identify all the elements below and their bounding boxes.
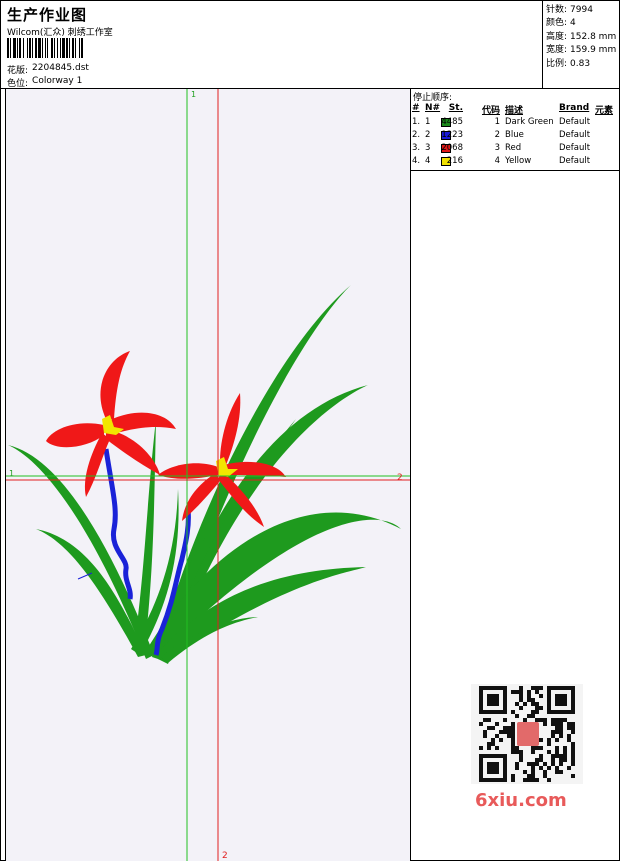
stop-sequence-panel: 停止顺序: # N# St. 代码 描述 Brand 元素 1. 1 4485 1 Da…	[411, 89, 620, 171]
stat-stitches: 针数: 7994	[546, 5, 593, 15]
stat-colors: 颜色: 4	[546, 18, 576, 29]
row-brand: Default	[559, 117, 591, 127]
row-n: 1	[425, 117, 431, 127]
stat-height: 高度: 152.8 mm	[546, 31, 617, 42]
row-stitches: 4485	[441, 117, 463, 127]
row-brand: Default	[559, 143, 591, 153]
row-n: 4	[425, 156, 431, 166]
col-num: #	[412, 103, 420, 113]
petal-left-left	[46, 423, 104, 448]
row-description: Yellow	[505, 156, 532, 166]
col-element: 元素	[595, 106, 614, 116]
row-num: 3.	[412, 143, 421, 153]
axis-label-h-left: 1	[9, 469, 14, 478]
row-code: 4	[494, 156, 500, 166]
petal-left-top	[100, 351, 130, 419]
axis-label-h-right: 2	[397, 473, 403, 483]
qr-code[interactable]	[471, 684, 583, 784]
table-row[interactable]: 2. 2 1223 2 Blue Default	[411, 130, 620, 143]
row-n: 3	[425, 143, 431, 153]
table-row[interactable]: 3. 3 2068 3 Red Default	[411, 143, 620, 156]
petal-left-bottom	[106, 429, 160, 475]
design-stats: 针数: 7994 颜色: 4 高度: 152.8 mm 宽度: 159.9 mm 比例:…	[542, 1, 620, 89]
embroidery-drawing: 1 1 2 2	[6, 89, 410, 861]
row-code: 3	[494, 143, 500, 153]
site-watermark: 6xiu.com	[475, 790, 567, 811]
row-description: Blue	[505, 130, 524, 140]
table-row[interactable]: 1. 1 4485 1 Dark Green Default	[411, 117, 620, 130]
row-stitches: 1223	[441, 130, 463, 140]
worksheet-header: 生产作业图 Wilcom(汇众) 刺绣工作室 花版: 2204845.dst 色…	[1, 1, 620, 89]
company-name: Wilcom(汇众) 刺绣工作室	[7, 28, 113, 38]
row-num: 2.	[412, 130, 421, 140]
row-n: 2	[425, 130, 431, 140]
col-brand: Brand	[559, 103, 590, 113]
row-description: Dark Green	[505, 117, 554, 127]
col-description: 描述	[505, 106, 524, 116]
axis-label-v-bottom: 2	[222, 851, 228, 861]
stat-scale: 比例: 0.83	[546, 58, 591, 69]
table-row[interactable]: 4. 4 216 4 Yellow Default	[411, 156, 620, 169]
row-code: 1	[494, 117, 500, 127]
row-num: 1.	[412, 117, 421, 127]
qr-code-icon	[479, 686, 575, 782]
col-stitches: St.	[448, 103, 463, 113]
col-n: N#	[425, 103, 441, 113]
page-title: 生产作业图	[7, 6, 88, 24]
colorway-value: Colorway 1	[32, 76, 83, 86]
col-code: 代码	[481, 106, 500, 116]
stop-sequence-title: 停止顺序:	[413, 93, 453, 103]
row-num: 4.	[412, 156, 421, 166]
row-code: 2	[494, 130, 500, 140]
row-brand: Default	[559, 130, 591, 140]
design-file-row: 花版: 2204845.dst	[7, 63, 89, 76]
row-description: Red	[505, 143, 522, 153]
stop-sequence-header: # N# St. 代码 描述 Brand 元素	[411, 103, 620, 116]
axis-label-v-top: 1	[191, 90, 196, 99]
colorway-label: 色位:	[7, 79, 29, 89]
stat-width: 宽度: 159.9 mm	[546, 45, 617, 56]
colorway-row: 色位: Colorway 1	[7, 76, 82, 89]
row-brand: Default	[559, 156, 591, 166]
design-value: 2204845.dst	[32, 63, 89, 73]
embroidery-preview[interactable]: 1 1 2 2	[5, 89, 411, 861]
row-stitches: 216	[446, 156, 463, 166]
row-stitches: 2068	[441, 143, 463, 153]
production-worksheet: 生产作业图 Wilcom(汇众) 刺绣工作室 花版: 2204845.dst 色…	[0, 0, 620, 861]
barcode-icon	[7, 38, 83, 58]
design-label: 花版:	[7, 66, 29, 76]
